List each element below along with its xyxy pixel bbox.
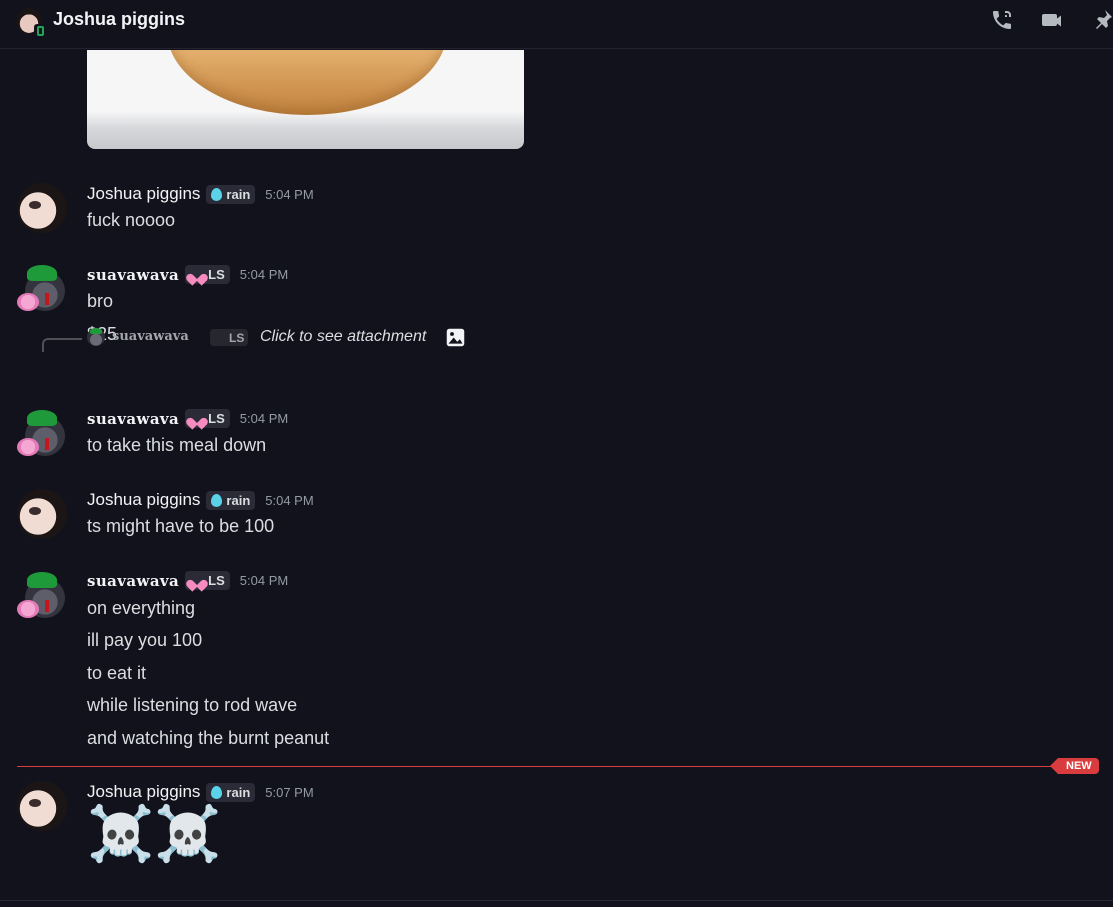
reply-spine <box>42 338 82 352</box>
tag-label: rain <box>226 186 251 202</box>
video-icon[interactable] <box>1040 8 1066 34</box>
avatar-decoration <box>17 600 39 618</box>
message-text: fuck noooo <box>87 210 176 230</box>
timestamp[interactable]: 5:04 PM <box>240 411 288 426</box>
message-list[interactable] <box>0 50 1113 900</box>
avatar-tie <box>45 438 49 450</box>
avatar-tie <box>45 600 49 612</box>
role-tag[interactable]: LS <box>185 265 230 284</box>
message-header: suavawava LS 5:04 PM <box>87 571 288 590</box>
sandwich-bun <box>167 50 447 115</box>
skull-emojis: ☠️☠️ <box>87 804 221 864</box>
timestamp[interactable]: 5:04 PM <box>240 267 288 282</box>
reply-role-tag: LS <box>210 329 249 346</box>
role-tag[interactable]: rain <box>206 782 256 802</box>
reply-author[interactable]: suavawava <box>112 329 189 344</box>
timestamp[interactable]: 5:04 PM <box>240 573 288 588</box>
message-text: bro <box>87 291 114 311</box>
heart-icon <box>190 413 204 425</box>
role-tag[interactable]: LS <box>185 571 230 590</box>
heart-icon <box>214 333 226 343</box>
author-name[interactable]: suavawava <box>87 266 179 284</box>
pin-icon[interactable] <box>1090 8 1113 34</box>
message-header: Joshua piggins rain 5:04 PM <box>87 184 314 204</box>
new-badge: NEW <box>1050 758 1099 774</box>
phone-icon[interactable] <box>990 8 1016 34</box>
tag-label: LS <box>208 573 225 588</box>
mobile-status-icon <box>34 24 46 38</box>
tag-label: LS <box>229 330 245 345</box>
tag-label: rain <box>226 492 251 508</box>
author-name[interactable]: Joshua piggins <box>87 490 200 510</box>
tag-label: LS <box>208 267 225 282</box>
message-text: while listening to rod wave <box>87 695 298 715</box>
avatar-hat <box>27 572 57 588</box>
heart-icon <box>190 575 204 587</box>
message-text: ts might have to be 100 <box>87 516 275 536</box>
avatar-hat <box>27 410 57 426</box>
avatar-hat <box>27 265 57 281</box>
avatar-decoration <box>17 438 39 456</box>
message-text: on everything <box>87 598 196 618</box>
timestamp[interactable]: 5:04 PM <box>265 493 313 508</box>
avatar-decoration <box>17 293 39 311</box>
tag-label: LS <box>208 411 225 426</box>
tag-label: rain <box>226 784 251 800</box>
author-name[interactable]: Joshua piggins <box>87 184 200 204</box>
reply-avatar[interactable] <box>87 328 105 346</box>
avatar[interactable] <box>17 263 67 313</box>
avatar[interactable] <box>17 570 67 620</box>
avatar[interactable] <box>17 781 67 831</box>
reply-preview[interactable]: Click to see attachment <box>260 328 426 346</box>
message-header: Joshua piggins rain 5:07 PM <box>87 782 314 802</box>
channel-header: Joshua piggins <box>0 0 1113 49</box>
message-header: suavawava LS 5:04 PM <box>87 409 288 428</box>
message-text: ill pay you 100 <box>87 630 203 650</box>
avatar[interactable] <box>17 183 67 233</box>
message-text: ☠️☠️ <box>87 802 222 865</box>
heart-icon <box>190 269 204 281</box>
timestamp[interactable]: 5:04 PM <box>265 187 313 202</box>
message-text: and watching the burnt peanut <box>87 728 330 748</box>
raindrop-icon <box>211 493 223 507</box>
role-tag[interactable]: rain <box>206 184 256 204</box>
image-icon[interactable] <box>445 327 466 348</box>
role-tag[interactable]: LS <box>185 409 230 428</box>
avatar[interactable] <box>17 408 67 458</box>
message-text: to take this meal down <box>87 435 267 455</box>
raindrop-icon <box>211 785 223 799</box>
avatar[interactable] <box>17 489 67 539</box>
author-name[interactable]: Joshua piggins <box>87 782 200 802</box>
message-text: to eat it <box>87 663 147 683</box>
timestamp[interactable]: 5:07 PM <box>265 785 313 800</box>
avatar-tie <box>45 293 49 305</box>
role-tag[interactable]: rain <box>206 490 256 510</box>
composer-edge <box>0 900 1113 907</box>
author-name[interactable]: suavawava <box>87 410 179 428</box>
image-attachment[interactable] <box>87 50 524 149</box>
author-name[interactable]: suavawava <box>87 572 179 590</box>
new-messages-divider <box>17 766 1077 767</box>
dm-avatar[interactable] <box>16 8 46 38</box>
message-header: Joshua piggins rain 5:04 PM <box>87 490 314 510</box>
message-header: suavawava LS 5:04 PM <box>87 265 288 284</box>
raindrop-icon <box>211 187 223 201</box>
channel-title: Joshua piggins <box>53 9 186 29</box>
